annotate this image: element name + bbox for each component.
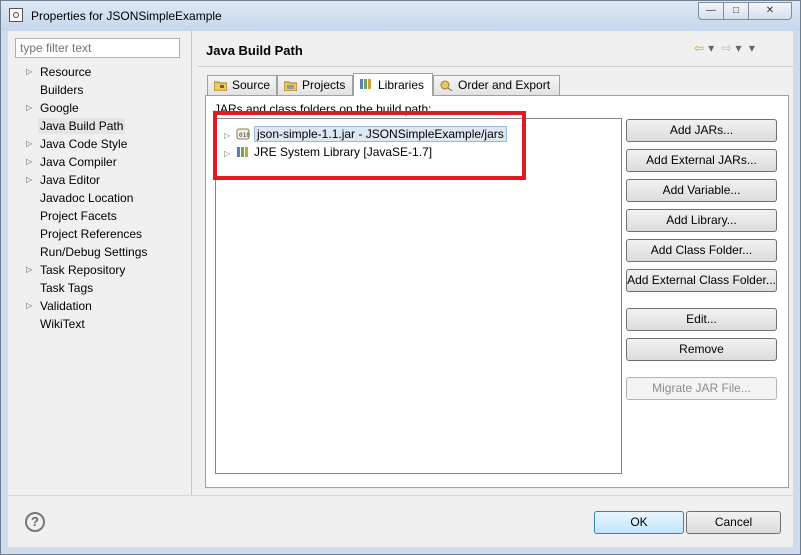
ok-button[interactable]: OK — [594, 511, 684, 534]
history-navigation: ⇦ ▾ ⇨ ▾ ▾ — [694, 41, 759, 55]
eclipse-app-icon — [9, 8, 23, 22]
help-icon[interactable]: ? — [25, 512, 45, 532]
tab-libraries[interactable]: Libraries — [353, 73, 433, 96]
add-external-jars-button[interactable]: Add External JARs... — [626, 149, 777, 172]
sidebar-item-label: Java Compiler — [40, 155, 117, 169]
sidebar-item-run-debug-settings[interactable]: Run/Debug Settings — [8, 243, 192, 261]
sidebar-item-label: Builders — [40, 83, 84, 97]
projects-icon — [284, 81, 297, 91]
footer-separator — [8, 495, 793, 496]
close-button[interactable]: ✕ — [748, 2, 792, 20]
back-arrow-icon[interactable]: ⇦ — [694, 41, 704, 55]
annotation-highlight-box — [213, 111, 526, 180]
cancel-button[interactable]: Cancel — [686, 511, 781, 534]
sidebar-item-builders[interactable]: Builders — [8, 81, 192, 99]
sidebar-item-label: Task Repository — [40, 263, 126, 277]
tab-source[interactable]: Source — [207, 75, 277, 95]
tab-order-export-label: Order and Export — [458, 78, 551, 92]
sidebar-item-task-tags[interactable]: Task Tags — [8, 279, 192, 297]
sidebar-item-label: Project References — [40, 227, 143, 241]
header-separator — [198, 66, 793, 67]
sidebar-item-label: WikiText — [40, 317, 85, 331]
sidebar-item-task-repository[interactable]: ▷ Task Repository — [8, 261, 192, 279]
sidebar-item-label: Google — [40, 101, 79, 115]
tab-libraries-label: Libraries — [378, 78, 425, 92]
sidebar-item-label: Validation — [40, 299, 92, 313]
sidebar-item-label: Java Build Path — [38, 118, 126, 134]
sidebar-divider[interactable] — [191, 31, 192, 495]
sidebar-item-label: Run/Debug Settings — [40, 245, 148, 259]
sidebar-item-label: Java Code Style — [40, 137, 128, 151]
add-variable-button[interactable]: Add Variable... — [626, 179, 777, 202]
back-menu-icon[interactable]: ▾ — [708, 41, 714, 55]
window-title: Properties for JSONSimpleExample — [31, 9, 222, 23]
sidebar-item-project-references[interactable]: Project References — [8, 225, 192, 243]
tab-projects-label: Projects — [302, 78, 346, 92]
libraries-icon — [360, 79, 371, 89]
sidebar-item-label: Project Facets — [40, 209, 117, 223]
sidebar-item-google[interactable]: ▷ Google — [8, 99, 192, 117]
expand-arrow-icon[interactable]: ▷ — [26, 135, 32, 153]
filter-input[interactable] — [15, 38, 180, 58]
expand-arrow-icon[interactable]: ▷ — [26, 63, 32, 81]
sidebar-item-java-code-style[interactable]: ▷ Java Code Style — [8, 135, 192, 153]
sidebar-item-validation[interactable]: ▷ Validation — [8, 297, 192, 315]
expand-arrow-icon[interactable]: ▷ — [26, 99, 32, 117]
forward-arrow-icon[interactable]: ⇨ — [721, 41, 731, 55]
add-class-folder-button[interactable]: Add Class Folder... — [626, 239, 777, 262]
sidebar-item-javadoc-location[interactable]: Javadoc Location — [8, 189, 192, 207]
property-page-tree: ▷ Resource Builders ▷ Google Java Build Path ▷… — [8, 63, 192, 333]
page-title: Java Build Path — [206, 43, 303, 58]
sidebar-item-label: Javadoc Location — [40, 191, 134, 205]
sidebar-item-java-compiler[interactable]: ▷ Java Compiler — [8, 153, 192, 171]
tab-order-export[interactable]: Order and Export — [433, 75, 560, 95]
add-jars-button[interactable]: Add JARs... — [626, 119, 777, 142]
view-menu-icon[interactable]: ▾ — [749, 41, 755, 55]
title-bar[interactable]: Properties for JSONSimpleExample — □ ✕ — [1, 1, 800, 31]
add-external-class-folder-button[interactable]: Add External Class Folder... — [626, 269, 777, 292]
forward-menu-icon[interactable]: ▾ — [736, 41, 742, 55]
order-export-icon — [440, 80, 453, 91]
sidebar-item-resource[interactable]: ▷ Resource — [8, 63, 192, 81]
sidebar-item-java-build-path[interactable]: Java Build Path — [8, 117, 192, 135]
sidebar-item-java-editor[interactable]: ▷ Java Editor — [8, 171, 192, 189]
maximize-button[interactable]: □ — [723, 2, 749, 20]
sidebar-item-label: Task Tags — [40, 281, 94, 295]
edit-button[interactable]: Edit... — [626, 308, 777, 331]
expand-arrow-icon[interactable]: ▷ — [26, 261, 32, 279]
remove-button[interactable]: Remove — [626, 338, 777, 361]
expand-arrow-icon[interactable]: ▷ — [26, 153, 32, 171]
migrate-jar-button: Migrate JAR File... — [626, 377, 777, 400]
sidebar-item-project-facets[interactable]: Project Facets — [8, 207, 192, 225]
expand-arrow-icon[interactable]: ▷ — [26, 297, 32, 315]
tab-projects[interactable]: Projects — [277, 75, 353, 95]
source-folder-icon — [214, 81, 227, 91]
add-library-button[interactable]: Add Library... — [626, 209, 777, 232]
sidebar-item-label: Java Editor — [40, 173, 101, 187]
dialog-client-area: ▷ResourceBuilders▷GoogleJava Build Path▷… — [8, 31, 793, 547]
sidebar-item-wikitext[interactable]: WikiText — [8, 315, 192, 333]
minimize-button[interactable]: — — [698, 2, 724, 20]
tab-source-label: Source — [232, 78, 271, 92]
properties-dialog: Properties for JSONSimpleExample — □ ✕ ▷… — [0, 0, 801, 555]
expand-arrow-icon[interactable]: ▷ — [26, 171, 32, 189]
sidebar-item-label: Resource — [40, 65, 92, 79]
